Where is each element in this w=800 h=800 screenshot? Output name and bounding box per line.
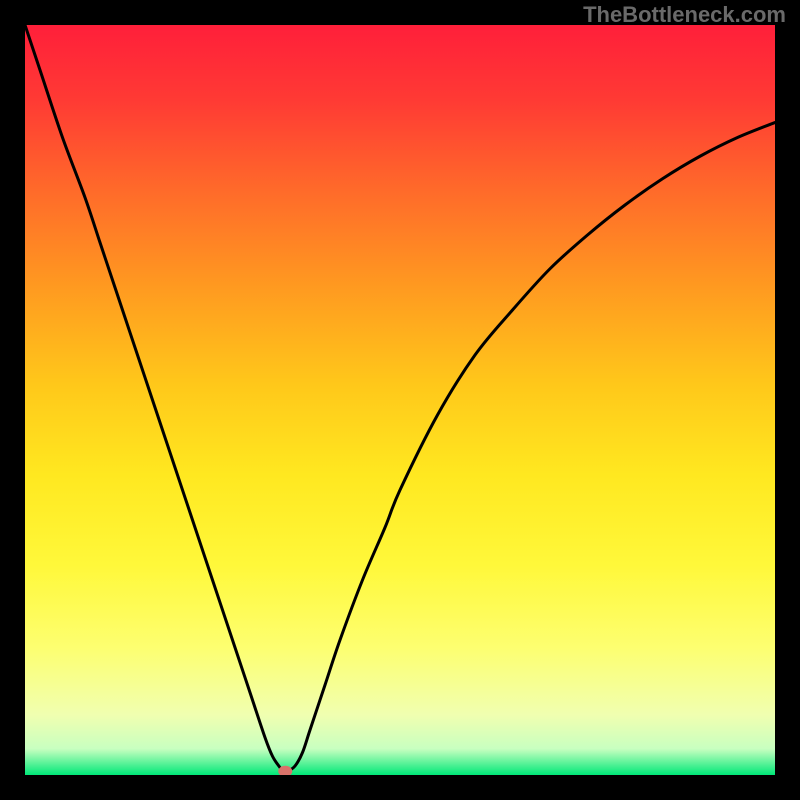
plot-area (25, 25, 775, 775)
gradient-background (25, 25, 775, 775)
watermark-text: TheBottleneck.com (583, 2, 786, 28)
chart-frame: TheBottleneck.com (0, 0, 800, 800)
chart-svg (25, 25, 775, 775)
